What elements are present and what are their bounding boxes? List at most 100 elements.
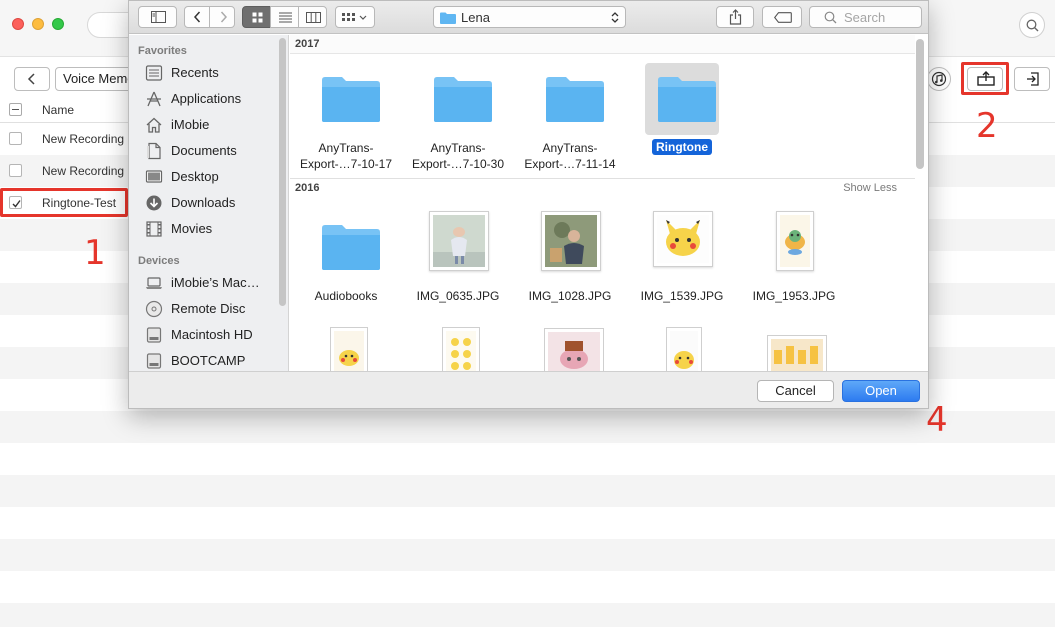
documents-icon <box>147 142 161 160</box>
voice-memos-button[interactable]: Voice Memos <box>55 67 135 91</box>
file-item-ringtone-selected[interactable]: Ringtone <box>626 63 738 173</box>
sidebar-item-imobies-mac[interactable]: iMobie’s Mac… <box>145 272 280 294</box>
laptop-icon <box>146 277 162 289</box>
file-item[interactable]: IMG_1953.JPG <box>738 211 850 321</box>
file-item[interactable]: Audiobooks <box>290 211 402 321</box>
chevron-right-icon <box>220 11 228 23</box>
sidebar-item-label: BOOTCAMP <box>171 353 246 368</box>
column-view-button[interactable] <box>298 6 327 28</box>
photo-thumbnail <box>666 327 702 371</box>
sidebar-icon <box>151 11 166 23</box>
sidebar-item-imobie[interactable]: iMobie <box>145 114 280 136</box>
sidebar-item-documents[interactable]: Documents <box>145 140 280 162</box>
file-item[interactable]: IMG_1028.JPG <box>514 211 626 321</box>
disc-icon <box>145 300 163 318</box>
photo-thumbnail <box>544 328 604 371</box>
sidebar-item-desktop[interactable]: Desktop <box>145 166 280 188</box>
favorites-heading: Favorites <box>138 45 187 57</box>
row-checkbox[interactable] <box>9 164 22 177</box>
file-browser: 2017 AnyTrans- Export-…7-10-17 AnyTrans- E… <box>290 35 928 371</box>
folder-icon <box>440 12 456 24</box>
sidebar-item-movies[interactable]: Movies <box>145 218 280 240</box>
content-scrollbar[interactable] <box>916 39 924 169</box>
file-item[interactable]: AnyTrans- Export-…7-10-30 <box>402 63 514 173</box>
disk-icon <box>146 353 162 369</box>
highlight-ringtone-row <box>0 188 128 217</box>
row-name: New Recording <box>42 164 125 178</box>
file-name: AnyTrans- Export-…7-10-30 <box>411 141 505 171</box>
photo-thumbnail <box>442 327 480 371</box>
section-year: 2016 <box>295 182 320 194</box>
file-item[interactable]: AnyTrans- Export-…7-11-14 <box>514 63 626 173</box>
location-popup[interactable]: Lena <box>433 6 626 28</box>
export-icon <box>1027 72 1039 86</box>
highlight-import-button <box>961 62 1009 95</box>
list-view-button[interactable] <box>270 6 299 28</box>
file-name: AnyTrans- Export-…7-10-17 <box>299 141 393 171</box>
sidebar-item-label: Applications <box>171 91 242 106</box>
sidebar-item-label: iMobie <box>171 117 210 132</box>
file-name: IMG_0635.JPG <box>416 289 500 303</box>
close-window-button[interactable] <box>12 18 24 30</box>
sidebar-item-bootcamp[interactable]: BOOTCAMP <box>145 350 280 371</box>
open-button[interactable]: Open <box>842 380 920 402</box>
file-item[interactable]: IMG_1539.JPG <box>626 211 738 321</box>
list-row[interactable]: New Recording <box>0 123 128 155</box>
tags-button[interactable] <box>762 6 802 28</box>
sidebar-item-applications[interactable]: Applications <box>145 88 280 110</box>
applications-icon <box>147 91 161 107</box>
folder-icon <box>658 77 716 122</box>
forward-nav-button[interactable] <box>209 6 235 28</box>
back-button[interactable] <box>14 67 50 91</box>
photo-thumbnail <box>776 211 814 271</box>
icon-view-button[interactable] <box>242 6 271 28</box>
list-row[interactable]: New Recording <box>0 155 128 187</box>
sidebar-item-label: Documents <box>171 143 237 158</box>
file-name: Audiobooks <box>314 289 378 303</box>
to-itunes-button[interactable] <box>927 67 951 91</box>
sidebar-item-macintosh-hd[interactable]: Macintosh HD <box>145 324 280 346</box>
zoom-window-button[interactable] <box>52 18 64 30</box>
export-button[interactable] <box>1014 67 1050 91</box>
dialog-footer: Cancel Open <box>129 371 928 408</box>
select-all-checkbox[interactable] <box>9 103 22 116</box>
sidebar-item-label: Desktop <box>171 169 219 184</box>
dialog-search-field[interactable]: Search <box>809 6 922 28</box>
section-header-2016: 2016 Show Less <box>290 179 915 198</box>
minimize-window-button[interactable] <box>32 18 44 30</box>
photo-thumbnail <box>767 335 827 371</box>
sidebar-item-recents[interactable]: Recents <box>145 62 280 84</box>
open-file-dialog: Lena Search Favorites Recents Applicatio… <box>128 0 929 409</box>
file-item[interactable]: AnyTrans- Export-…7-10-17 <box>290 63 402 173</box>
show-less-link[interactable]: Show Less <box>843 182 897 194</box>
sidebar-item-downloads[interactable]: Downloads <box>145 192 280 214</box>
search-placeholder: Search <box>844 10 886 25</box>
back-nav-button[interactable] <box>184 6 210 28</box>
app-search-button[interactable] <box>1019 12 1045 38</box>
movies-icon <box>146 221 162 237</box>
list-icon <box>279 12 292 23</box>
music-note-icon <box>931 71 947 87</box>
grid-icon <box>252 12 263 23</box>
sidebar-item-remote-disc[interactable]: Remote Disc <box>145 298 280 320</box>
arrange-menu-button[interactable] <box>335 6 375 28</box>
name-column-header[interactable]: Name <box>42 103 74 117</box>
thumbnail-area <box>533 63 607 135</box>
file-name: IMG_1028.JPG <box>528 289 612 303</box>
dialog-sidebar: Favorites Recents Applications iMobie Do… <box>129 35 289 371</box>
file-item[interactable]: IMG_0635.JPG <box>402 211 514 321</box>
file-name: AnyTrans- Export-…7-11-14 <box>524 141 616 171</box>
sidebar-scrollbar[interactable] <box>279 38 286 306</box>
row-checkbox[interactable] <box>9 132 22 145</box>
tag-icon <box>774 12 792 23</box>
updown-arrows-icon <box>611 12 619 23</box>
share-icon <box>729 9 742 25</box>
folder-icon <box>322 77 380 122</box>
thumbnail-area <box>309 211 383 283</box>
step-number-1: 1 <box>84 233 106 273</box>
sidebar-toggle-button[interactable] <box>138 6 177 28</box>
share-button[interactable] <box>716 6 754 28</box>
file-name: IMG_1539.JPG <box>640 289 724 303</box>
cancel-button[interactable]: Cancel <box>757 380 834 402</box>
folder-icon <box>322 225 380 270</box>
